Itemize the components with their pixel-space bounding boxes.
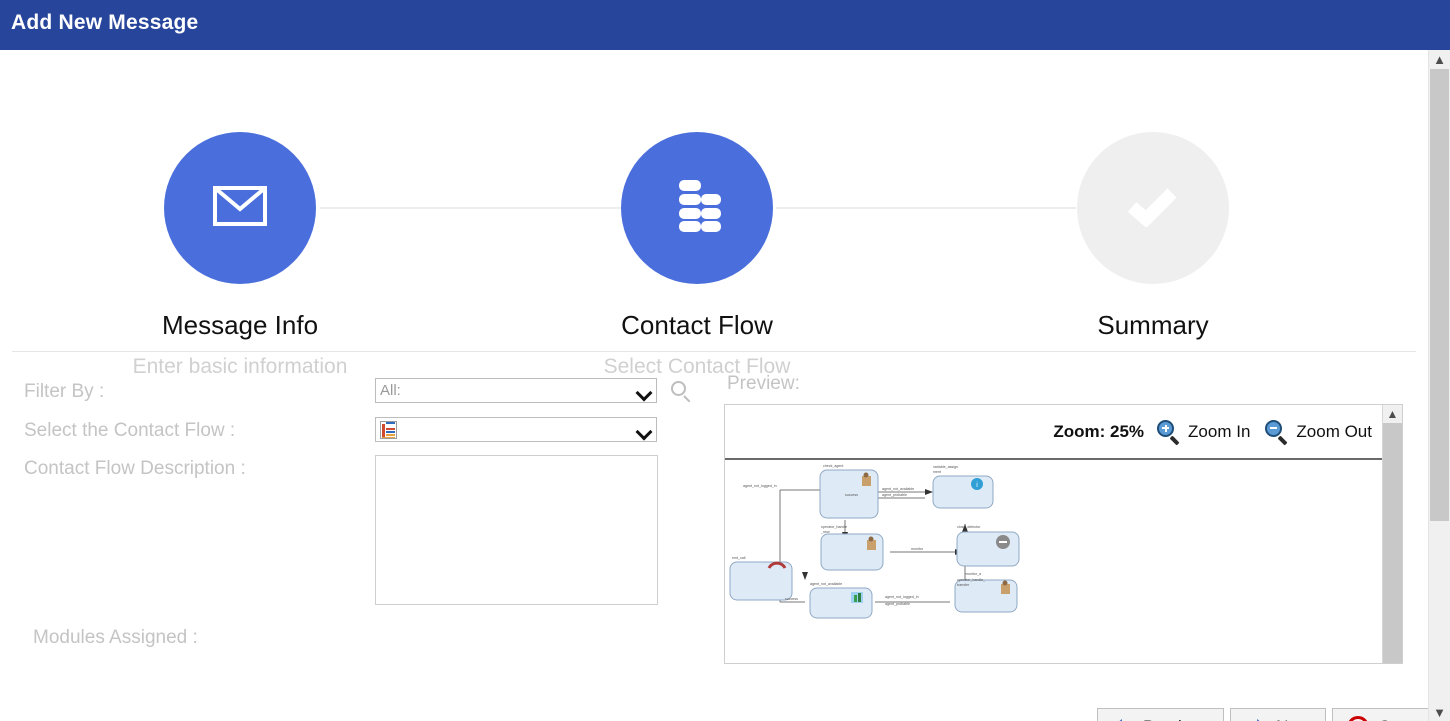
svg-text:operator_handle: operator_handle [821,525,847,529]
cancel-button[interactable]: Cancel [1332,708,1428,721]
search-icon[interactable] [670,380,694,404]
preview-frame: Zoom: 25% Zoom In Zoom Out i agent_not_l… [724,404,1403,664]
step-contact-flow-circle[interactable] [621,132,773,284]
window-title-bar: Add New Message [0,0,1450,50]
chevron-down-icon [636,383,652,399]
step-message-info[interactable]: Message Info Enter basic information [90,132,390,377]
step-message-info-circle[interactable] [164,132,316,284]
zoom-out-label[interactable]: Zoom Out [1296,422,1372,442]
svg-text:check_agent: check_agent [823,464,843,468]
prohibition-icon [1347,716,1370,721]
chevron-down-icon[interactable]: ▼ [1429,703,1450,721]
svg-text:agent_not_available: agent_not_available [810,582,842,586]
step-contact-flow-subtitle: Select Contact Flow [603,355,791,378]
previous-button[interactable]: Previous [1097,708,1225,721]
svg-text:transfer: transfer [957,583,970,587]
window-scrollbar-thumb[interactable] [1430,69,1449,521]
step-summary[interactable]: Summary [1003,132,1303,356]
svg-text:success: success [785,597,798,601]
svg-text:ment: ment [933,470,941,474]
filter-by-select[interactable]: All: [375,378,657,403]
magnifier-plus-icon[interactable] [1156,419,1182,445]
step-summary-circle[interactable] [1077,132,1229,284]
svg-text:close_detector: close_detector [957,525,981,529]
svg-text:agent_not_logged_in: agent_not_logged_in [743,484,777,488]
envelope-icon [213,185,267,231]
zoom-level-text: Zoom: 25% [1053,421,1145,441]
contact-flow-diagram-preview[interactable]: i agent_not_logged_in check_agent succes… [725,462,1382,663]
window-scrollbar[interactable]: ▲ ▼ [1428,50,1450,721]
chevron-up-icon[interactable]: ▲ [1429,50,1450,68]
select-contact-flow-select[interactable] [375,417,657,442]
svg-text:end_call: end_call [732,556,746,560]
svg-text:variable_assign: variable_assign [933,465,958,469]
wizard-stepper: Message Info Enter basic information Con… [0,50,1428,377]
zoom-in-label[interactable]: Zoom In [1188,422,1250,442]
chevron-up-icon[interactable]: ▲ [1383,405,1402,422]
sitemap-icon [671,179,723,238]
svg-text:agent_probable: agent_probable [885,602,910,606]
svg-text:agent_probable: agent_probable [882,493,907,497]
svg-text:success: success [845,493,858,497]
cancel-button-label: Cancel [1378,717,1428,721]
chevron-down-icon [636,422,652,438]
svg-text:_new: _new [820,530,830,534]
wizard-actions: Previous Next Cancel [1097,708,1428,721]
window-title: Add New Message [11,11,199,34]
select-contact-flow-label: Select the Contact Flow : [24,420,236,441]
preview-zoom-toolbar: Zoom: 25% Zoom In Zoom Out [725,405,1382,460]
next-button-label: Next [1276,717,1311,721]
step-contact-flow-title: Contact Flow [621,310,773,340]
step-message-info-title: Message Info [161,310,319,340]
step-message-info-subtitle: Enter basic information [132,355,348,378]
magnifier-minus-icon[interactable] [1264,419,1290,445]
filter-by-value: All: [380,382,401,399]
contact-flow-description-textarea[interactable] [375,455,658,605]
filter-by-label: Filter By : [24,381,105,402]
contact-flow-description-label: Contact Flow Description : [24,458,246,479]
step-summary-title: Summary [1097,310,1209,340]
next-button[interactable]: Next [1230,708,1327,721]
preview-scrollbar[interactable]: ▲ [1382,405,1402,663]
page-content: Message Info Enter basic information Con… [0,50,1428,721]
svg-text:operator_handle_: operator_handle_ [957,578,986,582]
contact-flow-list-icon [380,420,397,439]
check-icon [1126,185,1180,232]
svg-text:agent_not_available: agent_not_available [882,487,914,491]
modules-assigned-label: Modules Assigned : [33,627,198,648]
preview-scrollbar-thumb[interactable] [1383,423,1402,663]
section-divider [12,351,1416,352]
svg-text:agent_not_logged_in: agent_not_logged_in [885,595,919,599]
svg-text:monitor: monitor [911,547,924,551]
previous-button-label: Previous [1143,717,1209,721]
preview-label: Preview: [727,373,800,394]
step-contact-flow[interactable]: Contact Flow Select Contact Flow [547,132,847,377]
svg-text:monitor_a: monitor_a [965,572,981,576]
